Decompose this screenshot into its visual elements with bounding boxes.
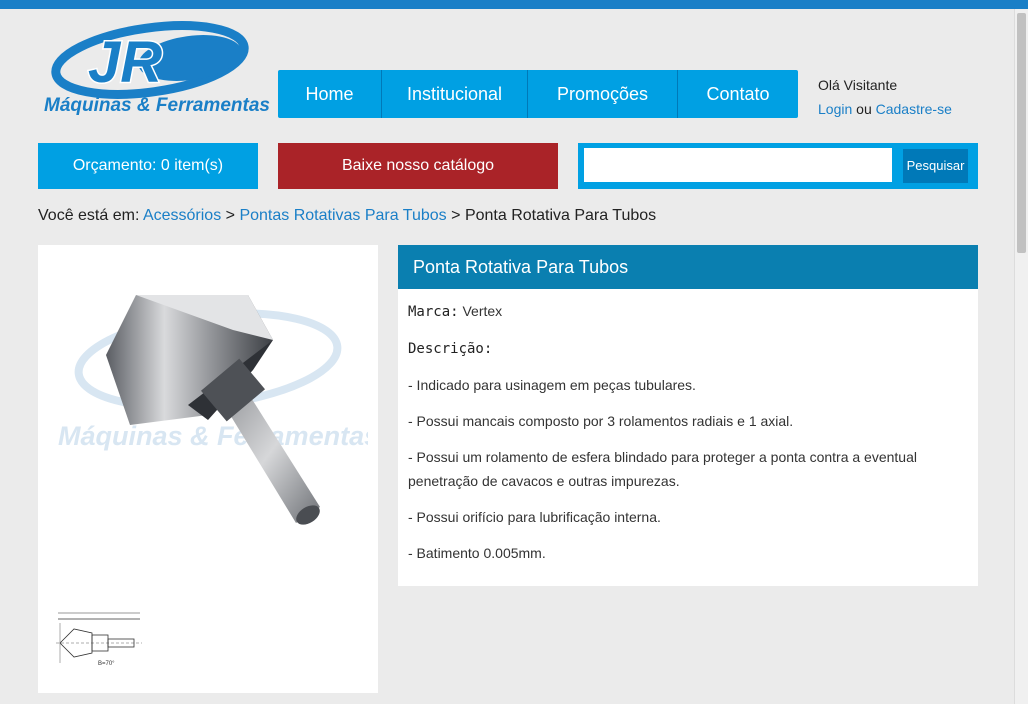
product-image-panel: Máquinas & Ferramentas B=70° <box>38 245 378 693</box>
brand-label: Marca: <box>408 304 459 320</box>
description-item: - Possui um rolamento de esfera blindado… <box>408 449 917 489</box>
login-link[interactable]: Login <box>818 101 852 117</box>
breadcrumb-acessorios[interactable]: Acessórios <box>143 207 221 224</box>
search-button[interactable]: Pesquisar <box>903 149 968 183</box>
product-info-panel: Ponta Rotativa Para Tubos Marca: Vertex … <box>398 245 978 586</box>
product-image[interactable]: Máquinas & Ferramentas <box>58 275 368 555</box>
top-bar <box>0 0 1028 9</box>
user-greeting: Olá Visitante <box>818 77 898 93</box>
description-item: - Indicado para usinagem em peças tubula… <box>408 377 696 393</box>
breadcrumb-separator: > <box>225 207 235 224</box>
brand-value: Vertex <box>462 303 503 319</box>
product-description: Marca: Vertex Descrição: - Indicado para… <box>398 289 978 587</box>
breadcrumb-separator: > <box>451 207 461 224</box>
breadcrumb-pontas-rotativas[interactable]: Pontas Rotativas Para Tubos <box>239 207 446 224</box>
nav-institucional[interactable]: Institucional <box>382 70 528 118</box>
image-watermark: Máquinas & Ferramentas <box>58 421 368 451</box>
description-item: - Batimento 0.005mm. <box>408 545 546 561</box>
catalog-button[interactable]: Baixe nosso catálogo <box>278 143 558 189</box>
description-item: - Possui orifício para lubrificação inte… <box>408 509 661 525</box>
svg-text:B=70°: B=70° <box>98 661 115 667</box>
or-text: ou <box>856 101 872 117</box>
search-input[interactable] <box>584 148 892 182</box>
description-item: - Possui mancais composto por 3 rolament… <box>408 413 794 429</box>
user-box: Olá Visitante Login ou Cadastre-se <box>818 73 952 121</box>
breadcrumb-current: Ponta Rotativa Para Tubos <box>464 207 657 224</box>
search-bar: Pesquisar <box>578 143 978 189</box>
logo-text: Máquinas & Ferramentas <box>44 95 270 116</box>
nav-home[interactable]: Home <box>278 70 382 118</box>
breadcrumb-prefix: Você está em: <box>38 207 140 224</box>
technical-drawing-thumbnail[interactable]: B=70° <box>52 605 144 671</box>
description-label: Descrição: <box>408 341 493 357</box>
page-scrollbar[interactable] <box>1014 9 1028 704</box>
logo-mark: JR <box>88 30 162 95</box>
product-title: Ponta Rotativa Para Tubos <box>398 245 978 289</box>
breadcrumb: Você está em: Acessórios > Pontas Rotati… <box>38 207 656 225</box>
signup-link[interactable]: Cadastre-se <box>876 101 952 117</box>
scrollbar-thumb[interactable] <box>1017 13 1026 253</box>
quote-button[interactable]: Orçamento: 0 item(s) <box>38 143 258 189</box>
nav-contato[interactable]: Contato <box>678 70 798 118</box>
nav-promocoes[interactable]: Promoções <box>528 70 678 118</box>
main-nav: Home Institucional Promoções Contato <box>278 70 798 118</box>
